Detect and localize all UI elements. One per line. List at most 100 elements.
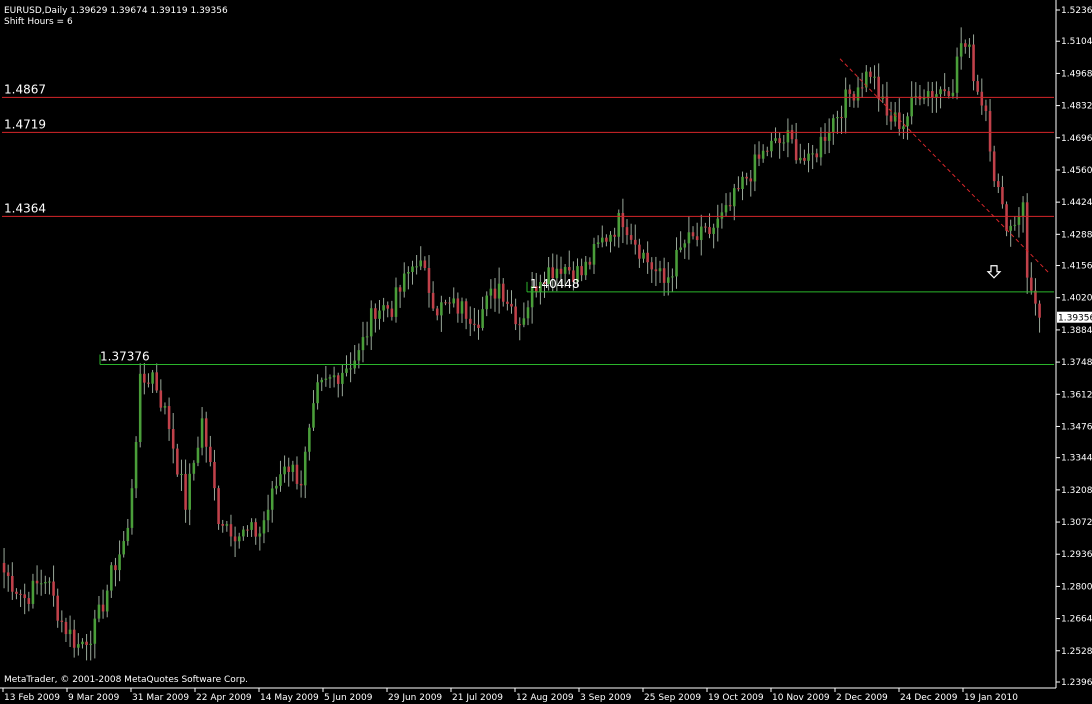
y-tick-label: 1.36120 — [1061, 390, 1092, 400]
candle-body — [52, 581, 55, 596]
candle-body — [955, 56, 959, 93]
candle-body — [869, 71, 872, 77]
candle-body — [402, 273, 406, 292]
candle-body — [563, 267, 567, 274]
candle-body — [510, 303, 513, 307]
candle-body — [931, 91, 934, 98]
candle-body — [283, 466, 286, 475]
current-price-badge: 1.39356 — [1057, 311, 1092, 324]
candle-body — [605, 237, 608, 242]
candle-body — [411, 266, 414, 272]
candle-body — [819, 136, 823, 158]
candle-body — [980, 91, 984, 106]
candle-body — [856, 87, 860, 101]
y-tick-label: 1.25280 — [1061, 647, 1092, 657]
candle-body — [275, 485, 278, 489]
candle-body — [902, 126, 905, 130]
candle-body — [143, 373, 146, 383]
candle-body — [1030, 277, 1033, 291]
candle-body — [134, 441, 138, 489]
candle-body — [695, 236, 699, 241]
candle-body — [1013, 224, 1017, 226]
candle-body — [328, 377, 332, 379]
candle-body — [473, 323, 476, 325]
level-label: 1.4719 — [4, 117, 46, 131]
candle-body — [11, 575, 14, 592]
candle-body — [559, 268, 563, 274]
candle-body — [159, 390, 163, 408]
candle-body — [448, 302, 451, 304]
candle-body — [671, 276, 674, 278]
candle-body — [658, 268, 662, 272]
plot-area[interactable] — [0, 0, 1056, 688]
candle-body — [320, 379, 324, 383]
candle-body — [72, 629, 76, 648]
candle-body — [225, 524, 229, 526]
candle-body — [675, 249, 678, 277]
candle-body — [704, 226, 707, 228]
candle-body — [262, 520, 266, 534]
candle-body — [737, 188, 740, 190]
candle-body — [749, 178, 753, 182]
candle-body — [188, 473, 191, 510]
chart-title: EURUSD,Daily 1.39629 1.39674 1.39119 1.3… — [4, 6, 228, 16]
level-label: 1.4364 — [4, 201, 46, 215]
candle-body — [642, 252, 645, 259]
candle-body — [778, 138, 781, 143]
candle-body — [209, 446, 212, 462]
candle-body — [163, 406, 167, 408]
x-tick-label: 31 Mar 2009 — [132, 693, 189, 703]
x-tick-label: 13 Feb 2009 — [4, 693, 60, 703]
candle-body — [122, 541, 125, 555]
candle-body — [765, 150, 769, 152]
candle-body — [976, 81, 979, 92]
price-chart[interactable]: 1.4867 1.4719 1.4364 1.40448 1.37376 1.52360… — [0, 0, 1092, 704]
y-tick-label: 1.30720 — [1061, 518, 1092, 528]
candle-body — [365, 336, 369, 338]
candle-body — [23, 594, 26, 599]
candle-body — [803, 157, 806, 161]
candle-body — [811, 153, 814, 155]
candle-body — [39, 583, 43, 585]
candle-body — [1038, 303, 1041, 318]
candle-body — [357, 350, 361, 361]
candle-body — [1021, 202, 1025, 217]
candle-body — [699, 226, 703, 241]
candle-body — [860, 87, 864, 89]
candle-body — [600, 237, 604, 243]
candle-body — [407, 271, 410, 274]
candle-body — [167, 406, 171, 430]
candle-body — [101, 604, 105, 612]
candle-body — [35, 580, 39, 584]
x-tick-label: 19 Jan 2010 — [964, 693, 1018, 703]
candle-body — [720, 212, 724, 219]
candle-body — [609, 234, 612, 242]
y-tick-label: 1.34760 — [1061, 422, 1092, 432]
candle-body — [229, 524, 233, 537]
level-label: 1.4867 — [4, 82, 46, 96]
candle-body — [151, 372, 154, 384]
x-tick-label: 29 Jun 2009 — [388, 693, 442, 703]
candle-body — [592, 244, 596, 265]
candle-body — [580, 266, 583, 276]
candle-body — [336, 375, 340, 384]
candle-body — [972, 44, 975, 82]
candle-body — [732, 188, 736, 207]
candle-body — [233, 536, 237, 542]
candle-body — [489, 288, 493, 296]
candle-body — [1017, 216, 1021, 225]
y-tick-label: 1.29360 — [1061, 550, 1092, 560]
candle-body — [93, 618, 97, 644]
candle-body — [2, 562, 6, 573]
candle-body — [270, 488, 274, 510]
candle-body — [217, 488, 220, 525]
candle-body — [840, 117, 843, 119]
candle-body — [440, 302, 443, 316]
candle-body — [650, 262, 654, 270]
candle-body — [254, 522, 257, 537]
candle-body — [452, 298, 456, 304]
candle-body — [303, 451, 307, 486]
y-tick-label: 1.48320 — [1061, 102, 1092, 112]
candle-body — [250, 522, 253, 530]
candle-body — [770, 140, 773, 152]
